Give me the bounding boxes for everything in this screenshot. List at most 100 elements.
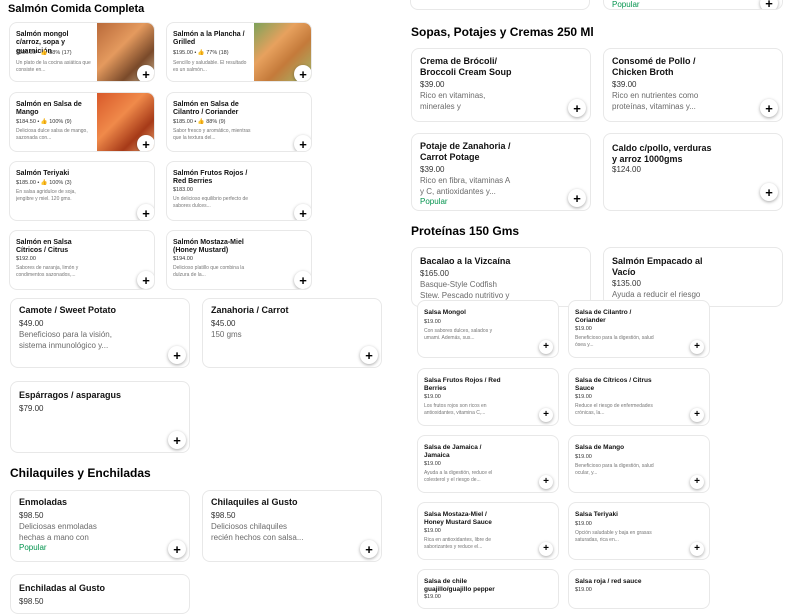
menu-item-card[interactable]: Salsa Mongol $19.00 Con sabores dulces, … (417, 300, 559, 358)
plus-icon: + (543, 409, 549, 420)
add-item-button[interactable]: + (294, 65, 311, 81)
plus-icon: + (299, 136, 307, 152)
item-description: Sabor fresco y aromático, mientras que l… (173, 128, 251, 141)
item-description: En salsa agridulce de soja, jengibre y m… (16, 189, 76, 202)
add-item-button[interactable]: + (568, 99, 586, 117)
menu-item-card[interactable]: Bacalao a la Vizcaína $165.00 Basque-Sty… (411, 247, 591, 307)
add-item-button[interactable]: + (539, 542, 553, 556)
item-description: Los frutos rojos son ricos en antioxidan… (424, 403, 487, 416)
item-description: Reduce el riesgo de enfermedades crónica… (575, 403, 653, 416)
add-item-button[interactable]: + (137, 65, 154, 81)
menu-item-card[interactable]: Salmón Teriyaki $185.00 • 👍 100% (3) En … (9, 161, 155, 221)
menu-item-card[interactable]: Salsa roja / red sauce $19.00 (568, 569, 710, 609)
add-item-button[interactable]: + (294, 271, 311, 289)
section-title-salmon: Salmón Comida Completa (8, 3, 145, 15)
item-price: $185.00 • 👍 100% (3) (16, 180, 72, 186)
item-name: Bacalao a la Vizcaína (420, 256, 511, 266)
menu-item-card[interactable]: Camote / Sweet Potato $49.00 Beneficioso… (10, 298, 190, 368)
menu-item-card[interactable]: Salsa de chile guajillo/guajillo pepper … (417, 569, 559, 609)
section-title-sopas: Sopas, Potajes y Cremas 250 Ml (411, 25, 594, 39)
item-description: Sabores de naranja, limón y condimentos … (16, 265, 79, 278)
item-price: $195.00 • 👍 77% (18) (173, 50, 229, 56)
item-name: Salmón Frutos Rojos / Red Berries (173, 170, 248, 186)
add-item-button[interactable]: + (360, 346, 378, 364)
add-item-button[interactable]: + (294, 135, 311, 152)
menu-item-card[interactable]: Salsa de Jamaica / Jamaica $19.00 Ayuda … (417, 435, 559, 493)
menu-item-card-partial[interactable] (410, 0, 590, 10)
add-item-button[interactable]: + (760, 0, 778, 9)
add-item-button[interactable]: + (760, 99, 778, 117)
menu-item-card[interactable]: Salsa Mostaza-Miel / Honey Mustard Sauce… (417, 502, 559, 560)
item-price: $19.00 (575, 521, 592, 527)
section-title-proteinas: Proteínas 150 Gms (411, 224, 520, 238)
menu-item-card[interactable]: Zanahoria / Carrot $45.00 150 gms + (202, 298, 382, 368)
add-item-button[interactable]: + (568, 189, 586, 207)
menu-item-card[interactable]: Salmón mongol c/arroz, sopa y guarnición… (9, 22, 155, 82)
plus-icon: + (365, 541, 373, 557)
menu-item-card-partial[interactable]: Popular + (603, 0, 783, 10)
item-description: Beneficioso para la visión, sistema inmu… (19, 330, 112, 350)
item-price: $165.00 (420, 269, 449, 278)
plus-icon: + (173, 432, 181, 448)
item-name: Salsa de chile guajillo/guajillo pepper (424, 578, 495, 593)
add-item-button[interactable]: + (360, 540, 378, 558)
add-item-button[interactable]: + (168, 431, 186, 449)
menu-item-card[interactable]: Salsa de Cítricos / Citrus Sauce $19.00 … (568, 368, 710, 426)
item-name: Zanahoria / Carrot (211, 305, 289, 315)
menu-item-card[interactable]: Salmón Mostaza-Miel (Honey Mustard) $194… (166, 230, 312, 290)
add-item-button[interactable]: + (137, 271, 154, 289)
menu-item-card[interactable]: Salmón Empacado al Vacío $135.00 Ayuda a… (603, 247, 783, 307)
item-price: $39.00 (420, 165, 445, 174)
item-price: $98.50 (211, 511, 236, 520)
add-item-button[interactable]: + (690, 340, 704, 354)
item-description: Deliciosos chilaquiles recién hechos con… (211, 522, 304, 542)
plus-icon: + (142, 136, 150, 152)
menu-item-card[interactable]: Salmón a la Plancha / Grilled $195.00 • … (166, 22, 312, 82)
add-item-button[interactable]: + (690, 542, 704, 556)
menu-item-card[interactable]: Consomé de Pollo / Chicken Broth $39.00 … (603, 48, 783, 122)
add-item-button[interactable]: + (539, 340, 553, 354)
menu-item-card[interactable]: Caldo c/pollo, verduras y arroz 1000gms … (603, 133, 783, 211)
menu-item-card[interactable]: Salmón en Salsa de Cilantro / Coriander … (166, 92, 312, 152)
menu-item-card[interactable]: Enmoladas $98.50 Deliciosas enmoladas he… (10, 490, 190, 562)
item-description: Delicioso platillo que combina la dulzur… (173, 265, 245, 278)
menu-item-card[interactable]: Salmón en Salsa Cítricos / Citrus $192.0… (9, 230, 155, 290)
item-price: $19.00 (575, 587, 592, 593)
item-name: Chilaquiles al Gusto (211, 497, 298, 507)
add-item-button[interactable]: + (168, 346, 186, 364)
menu-item-card[interactable]: Salsa Frutos Rojos / Red Berries $19.00 … (417, 368, 559, 426)
menu-item-card[interactable]: Crema de Brócoli/ Broccoli Cream Soup $3… (411, 48, 591, 122)
item-description: Rico en nutrientes como proteínas, vitam… (612, 91, 699, 111)
item-price: $124.00 (612, 165, 641, 174)
item-name: Crema de Brócoli/ Broccoli Cream Soup (420, 56, 512, 77)
menu-item-card[interactable]: Potaje de Zanahoria / Carrot Potage $39.… (411, 133, 591, 211)
menu-item-card[interactable]: Enchiladas al Gusto $98.50 (10, 574, 190, 614)
add-item-button[interactable]: + (168, 540, 186, 558)
item-name: Salsa de Mango (575, 444, 625, 451)
plus-icon: + (142, 272, 150, 288)
menu-item-card[interactable]: Salmón Frutos Rojos / Red Berries $183.0… (166, 161, 312, 221)
menu-item-card[interactable]: Chilaquiles al Gusto $98.50 Deliciosos c… (202, 490, 382, 562)
menu-item-card[interactable]: Salsa de Cilantro / Coriander $19.00 Ben… (568, 300, 710, 358)
item-price: $19.00 (575, 454, 592, 460)
add-item-button[interactable]: + (760, 183, 778, 201)
add-item-button[interactable]: + (539, 475, 553, 489)
item-description: Deliciosa dulce salsa de mango, sazonada… (16, 128, 88, 141)
item-description: Beneficioso para la digestión, salud óse… (575, 335, 654, 348)
add-item-button[interactable]: + (690, 408, 704, 422)
add-item-button[interactable]: + (137, 204, 154, 220)
menu-item-card[interactable]: Salmón en Salsa de Mango $184.50 • 👍 100… (9, 92, 155, 152)
item-price: $98.50 (19, 511, 44, 520)
menu-item-card[interactable]: Salsa Teriyaki $19.00 Opción saludable y… (568, 502, 710, 560)
add-item-button[interactable]: + (690, 475, 704, 489)
item-description: 150 gms (211, 330, 242, 339)
menu-item-card[interactable]: Espárragos / asparagus $79.00 + (10, 381, 190, 453)
item-name: Caldo c/pollo, verduras y arroz 1000gms (612, 143, 712, 164)
add-item-button[interactable]: + (137, 135, 154, 152)
item-description: Un delicioso equilibrio perfecto de sabo… (173, 196, 249, 209)
add-item-button[interactable]: + (294, 204, 311, 220)
item-price: $19.00 (575, 394, 592, 400)
plus-icon: + (765, 184, 773, 200)
add-item-button[interactable]: + (539, 408, 553, 422)
menu-item-card[interactable]: Salsa de Mango $19.00 Beneficioso para l… (568, 435, 710, 493)
